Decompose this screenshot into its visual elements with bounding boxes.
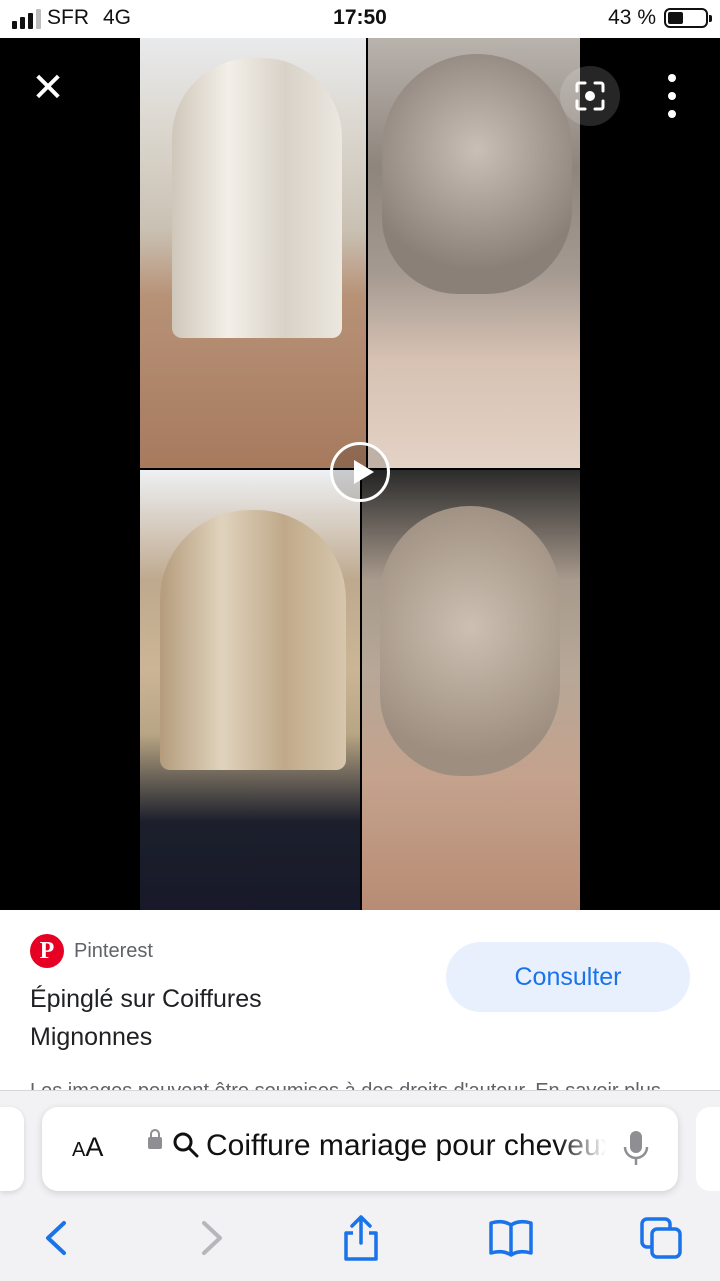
- chevron-right-icon[interactable]: [186, 1213, 236, 1263]
- tabs-icon[interactable]: [636, 1213, 686, 1263]
- photo-tile: [140, 38, 366, 468]
- browser-bar: AA Coiffure mariage pour cheveux mi-long…: [0, 1090, 720, 1281]
- google-lens-icon[interactable]: [560, 66, 620, 126]
- copyright-notice: Les images peuvent être soumises à des d…: [30, 1074, 690, 1090]
- source[interactable]: P Pinterest: [30, 934, 153, 968]
- pinterest-logo: P: [30, 934, 64, 968]
- preview-image[interactable]: [140, 38, 580, 910]
- battery-percent: 43 %: [608, 6, 656, 29]
- close-icon[interactable]: ✕: [26, 66, 70, 110]
- battery-fill: [668, 12, 684, 24]
- lock-icon: [148, 1129, 162, 1149]
- status-bar: SFR 4G 17:50 43 %: [0, 0, 720, 38]
- previous-tab-peek[interactable]: [0, 1107, 24, 1191]
- play-icon[interactable]: [330, 442, 390, 502]
- chevron-left-icon[interactable]: [32, 1213, 82, 1263]
- address-bar[interactable]: AA Coiffure mariage pour cheveux mi-long…: [42, 1107, 678, 1191]
- search-icon: [172, 1131, 200, 1164]
- photo-tile: [140, 470, 360, 910]
- more-vertical-icon[interactable]: [650, 68, 694, 124]
- source-name: Pinterest: [74, 939, 153, 962]
- reader-settings-button[interactable]: AA: [72, 1132, 103, 1163]
- image-viewer: ✕: [0, 38, 720, 910]
- status-right: 43 %: [608, 6, 712, 30]
- photo-tile: [362, 470, 580, 910]
- battery-icon: [664, 8, 712, 28]
- photo-tile: [368, 38, 580, 468]
- share-icon[interactable]: [336, 1213, 386, 1263]
- result-title[interactable]: Épinglé sur Coiffures Mignonnes: [30, 980, 390, 1056]
- result-info: P Pinterest Épinglé sur Coiffures Mignon…: [0, 910, 720, 1090]
- next-tab-peek[interactable]: [696, 1107, 720, 1191]
- address-text[interactable]: Coiffure mariage pour cheveux mi-longs: [206, 1129, 606, 1163]
- microphone-icon[interactable]: [622, 1129, 650, 1174]
- book-icon[interactable]: [486, 1213, 536, 1263]
- browser-toolbar: [0, 1199, 720, 1279]
- visit-button[interactable]: Consulter: [446, 942, 690, 1012]
